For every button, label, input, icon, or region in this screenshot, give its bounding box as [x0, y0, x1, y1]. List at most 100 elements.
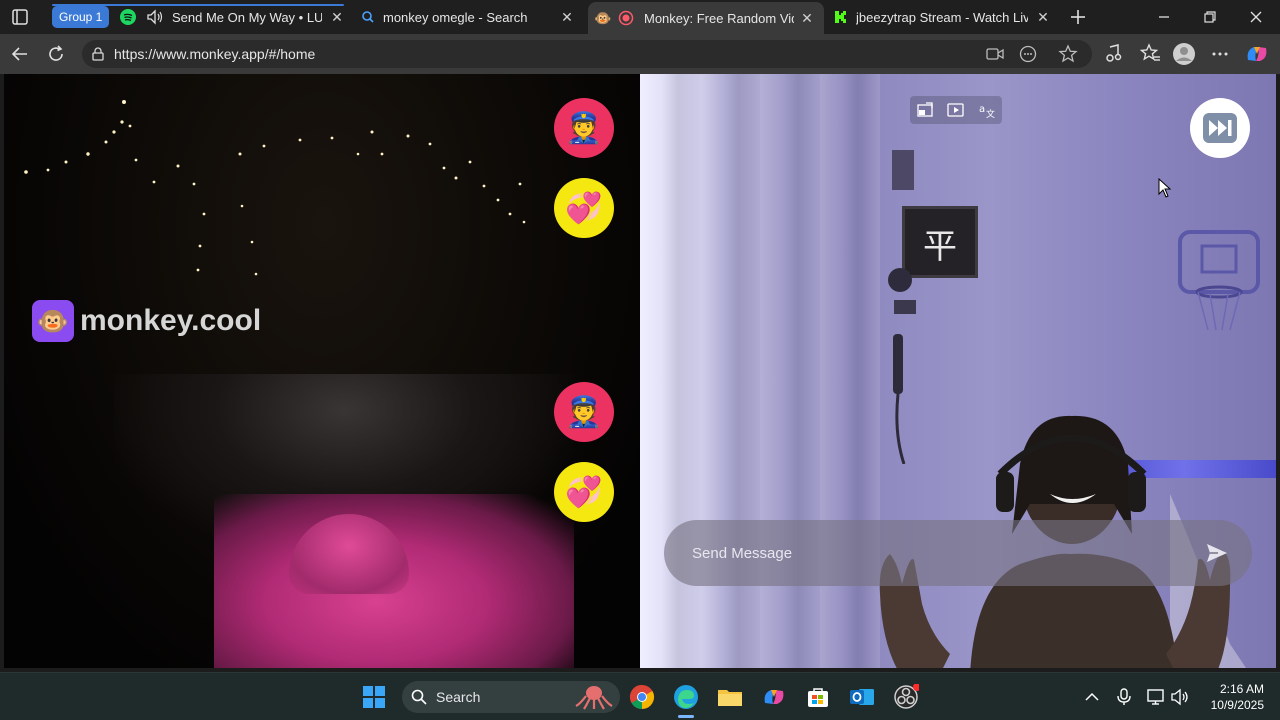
tab-monkey[interactable]: 🐵 Monkey: Free Random Vide ✕ [588, 2, 824, 34]
search-icon [411, 689, 427, 705]
tab-actions-button[interactable] [8, 6, 32, 28]
message-bar [664, 520, 1252, 586]
brand-name: monkey.cool [80, 304, 262, 337]
report-button[interactable]: 👮 [554, 382, 614, 442]
copilot-icon[interactable] [1244, 42, 1268, 66]
media-control-icon[interactable] [1102, 42, 1126, 66]
skip-next-button[interactable] [1190, 98, 1250, 158]
more-options-icon[interactable] [1208, 42, 1232, 66]
show-hidden-icons-button[interactable] [1082, 687, 1102, 707]
recording-icon [618, 10, 634, 26]
system-clock[interactable]: 2:16 AM 10/9/2025 [1198, 681, 1264, 713]
like-button[interactable]: 💞 [554, 178, 614, 238]
close-tab-icon[interactable]: ✕ [1034, 8, 1052, 26]
start-button[interactable] [358, 681, 390, 713]
chrome-icon [629, 685, 655, 709]
refresh-icon [49, 45, 63, 61]
tab-spotify[interactable]: Send Me On My Way • LUCK ✕ [118, 4, 346, 30]
volume-tray[interactable] [1170, 687, 1190, 707]
windows-logo-icon [363, 686, 385, 708]
search-label: Search [436, 689, 481, 705]
restore-button[interactable] [1188, 4, 1232, 30]
site-info-icon[interactable] [90, 46, 106, 62]
report-button[interactable]: 👮 [554, 98, 614, 158]
speaker-icon [1171, 688, 1188, 706]
clock-date: 10/9/2025 [1210, 698, 1264, 712]
file-explorer-app[interactable] [714, 681, 746, 713]
network-tray[interactable] [1146, 687, 1166, 707]
tab-search[interactable]: monkey omegle - Search ✕ [356, 4, 582, 30]
like-button[interactable]: 💞 [554, 462, 614, 522]
profile-avatar[interactable] [1172, 42, 1196, 66]
minimize-button[interactable] [1142, 4, 1186, 30]
camera-icon[interactable] [986, 46, 1004, 62]
network-icon [1147, 689, 1164, 705]
basketball-hoop [1178, 230, 1260, 331]
minimize-icon [1159, 16, 1169, 18]
svg-text:文: 文 [986, 108, 995, 119]
restore-icon [1204, 11, 1216, 23]
message-input[interactable] [692, 542, 1172, 564]
close-tab-icon[interactable]: ✕ [798, 9, 816, 27]
search-icon [360, 9, 376, 25]
folder-icon [718, 690, 742, 706]
copilot-app[interactable] [758, 681, 790, 713]
microphone-tray[interactable] [1114, 687, 1134, 707]
translate-icon[interactable]: a文 [978, 101, 996, 119]
immersive-reader-icon[interactable] [1019, 45, 1037, 63]
brand-watermark: 🐵 monkey.cool [32, 300, 261, 342]
speaker-icon[interactable] [146, 9, 163, 25]
poster-character: 平 [923, 227, 957, 267]
url-text[interactable]: https://www.monkey.app/#/home [114, 46, 315, 62]
picture-in-picture-icon[interactable] [946, 101, 966, 119]
tab-kick[interactable]: jbeezytrap Stream - Watch Live o ✕ [832, 4, 1056, 30]
favorites-icon[interactable] [1138, 42, 1162, 66]
close-tab-icon[interactable]: ✕ [558, 8, 576, 26]
remote-video-feed: 平 a 文 Send Message [640, 74, 1276, 668]
hearts-icon: 💞 [565, 191, 603, 225]
monkey-icon: 🐵 [594, 10, 612, 26]
svg-text:a: a [979, 104, 985, 115]
tab-title: monkey omegle - Search [383, 9, 528, 25]
kick-icon [832, 9, 848, 25]
tab-group-chip[interactable]: Group 1 [52, 6, 110, 28]
hearts-icon: 💞 [565, 475, 603, 509]
favorite-star-icon[interactable] [1058, 44, 1078, 64]
edge-icon [674, 685, 698, 709]
close-tab-icon[interactable]: ✕ [328, 8, 346, 26]
back-arrow-icon [11, 47, 27, 61]
monkey-page: 🐵 monkey.cool 👮 💞 👮 💞 平 a 文 Send Message [4, 74, 1276, 668]
copilot-icon [764, 690, 784, 704]
close-window-button[interactable] [1234, 4, 1278, 30]
video-controls: a文 [910, 96, 1002, 124]
edge-app[interactable] [670, 681, 702, 718]
active-app-indicator [678, 715, 694, 718]
chrome-app[interactable] [626, 681, 658, 713]
police-officer-icon: 👮 [565, 111, 603, 145]
outlook-app[interactable] [846, 681, 878, 713]
tab-actions-icon [12, 9, 28, 25]
tab-title: Monkey: Free Random Vide [644, 10, 794, 26]
send-icon[interactable] [1204, 540, 1230, 566]
spotify-icon [120, 9, 136, 25]
store-app[interactable] [802, 681, 834, 713]
monkey-logo-icon: 🐵 [32, 300, 74, 342]
octopus-icon [575, 686, 613, 710]
new-tab-button[interactable] [1056, 4, 1100, 30]
address-bar[interactable]: https://www.monkey.app/#/home [82, 40, 1092, 68]
taskbar-search[interactable]: Search [402, 681, 620, 713]
clock-time: 2:16 AM [1219, 682, 1264, 696]
store-icon [808, 688, 828, 707]
close-icon [1250, 11, 1262, 23]
wall-hanging-items [888, 150, 916, 314]
browser-toolbar: https://www.monkey.app/#/home [0, 34, 1280, 74]
microphone-icon [1117, 688, 1131, 705]
windows-taskbar: Search 2:16 AM 10/9/2025 [0, 672, 1280, 720]
popout-video-icon[interactable] [916, 101, 934, 119]
chevron-up-icon [1085, 692, 1099, 701]
back-button[interactable] [8, 42, 34, 66]
refresh-button[interactable] [44, 42, 70, 66]
obs-app[interactable] [890, 681, 922, 713]
tab-strip: Group 1 Send Me On My Way • LUCK ✕ monke… [0, 0, 1280, 34]
obs-icon [894, 684, 919, 709]
